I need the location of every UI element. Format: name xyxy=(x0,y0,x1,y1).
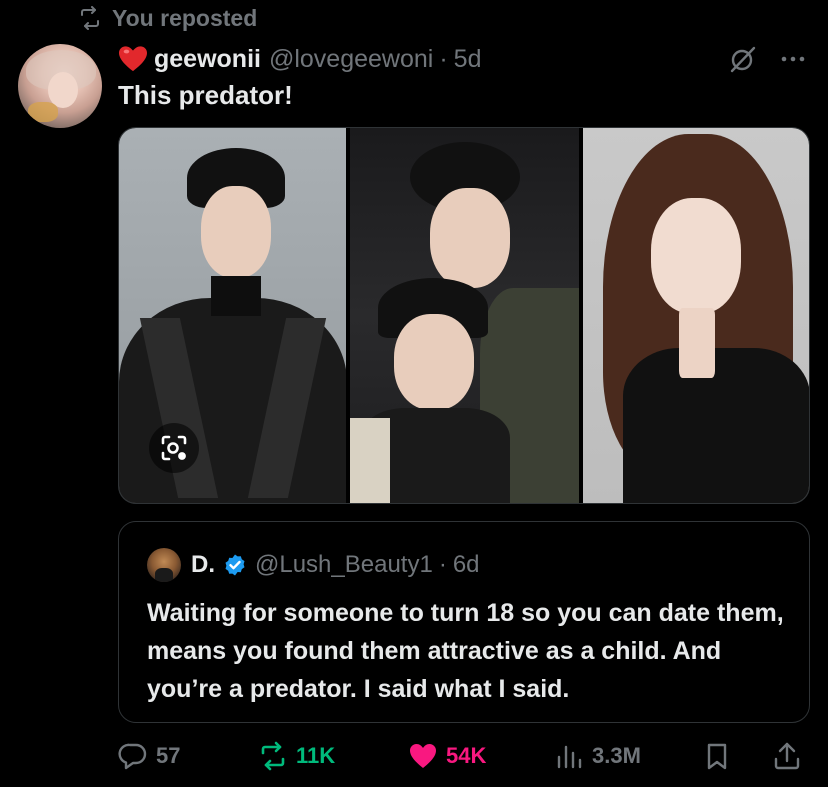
verified-badge-icon xyxy=(225,554,245,576)
grok-icon[interactable] xyxy=(728,44,758,74)
share-button[interactable] xyxy=(772,736,802,776)
quoted-post-header: D. @Lush_Beauty1 · 6d xyxy=(147,548,480,582)
quoted-post-text: Waiting for someone to turn 18 so you ca… xyxy=(147,599,784,703)
quoted-author-display-name: D. xyxy=(191,551,215,578)
repost-banner: You reposted xyxy=(78,4,257,32)
bookmark-button[interactable] xyxy=(702,736,732,776)
image-search-icon xyxy=(161,435,187,461)
post-header: geewonii @lovegeewoni · 5d xyxy=(118,42,828,76)
views-icon xyxy=(557,745,582,769)
quoted-post[interactable]: D. @Lush_Beauty1 · 6d Waiting for someon… xyxy=(118,521,810,723)
media-photo-2[interactable] xyxy=(350,128,579,503)
author-display-name[interactable]: geewonii xyxy=(154,45,261,74)
like-icon xyxy=(410,744,436,768)
quoted-author-avatar xyxy=(147,548,181,582)
repost-icon xyxy=(261,741,285,771)
quoted-post-time: 6d xyxy=(452,551,480,578)
reply-icon xyxy=(118,743,147,770)
media-photo-3[interactable] xyxy=(582,128,809,503)
separator-dot: · xyxy=(439,44,448,73)
author-avatar[interactable] xyxy=(18,44,102,128)
reply-button[interactable]: 57 xyxy=(118,736,180,776)
post-time[interactable]: 5d xyxy=(454,45,482,74)
repost-button[interactable]: 11K xyxy=(258,736,335,776)
like-count: 54K xyxy=(446,743,487,768)
views-count: 3.3M xyxy=(592,743,641,768)
action-bar: 57 11K 54K 3.3M xyxy=(118,736,810,776)
more-icon[interactable] xyxy=(778,44,808,74)
repost-banner-label: You reposted xyxy=(112,4,258,31)
quoted-author-handle: @Lush_Beauty1 xyxy=(255,551,433,578)
repost-icon xyxy=(81,6,99,30)
reply-count: 57 xyxy=(156,743,181,768)
image-search-button[interactable] xyxy=(149,423,199,473)
bookmark-icon xyxy=(707,743,727,770)
like-button[interactable]: 54K xyxy=(408,736,486,776)
post-text: This predator! xyxy=(118,80,293,110)
post-media[interactable] xyxy=(118,127,810,504)
author-handle[interactable]: @lovegeewoni xyxy=(269,45,433,74)
media-photo-1[interactable] xyxy=(119,128,347,503)
quoted-separator-dot: · xyxy=(438,551,447,578)
heart-emoji-icon xyxy=(119,46,147,72)
repost-count: 11K xyxy=(296,743,336,768)
share-icon xyxy=(774,742,800,770)
views-button[interactable]: 3.3M xyxy=(554,736,641,776)
